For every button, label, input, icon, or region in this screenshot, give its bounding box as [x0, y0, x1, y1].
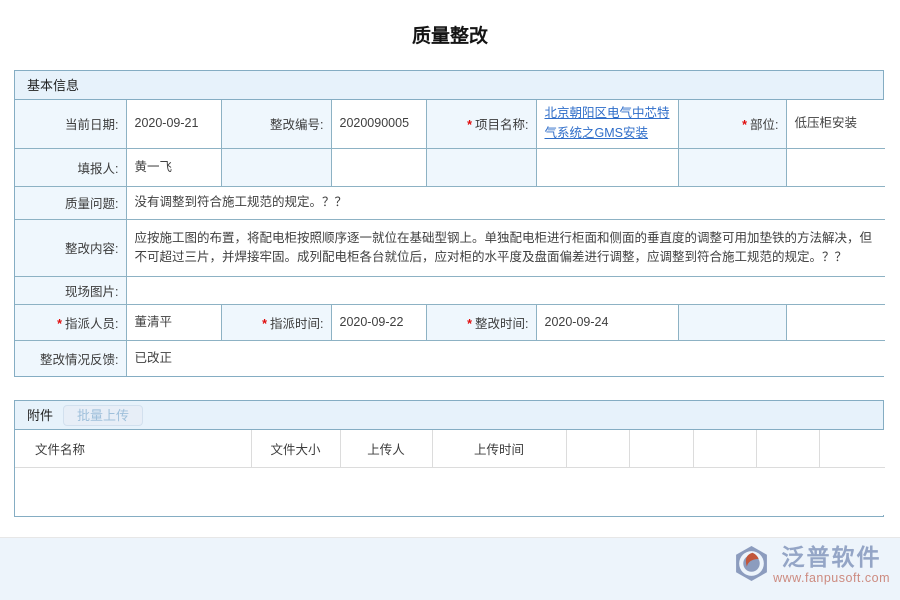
table-row: *指派人员: 董清平 *指派时间: 2020-09-22 *整改时间: 2020… [15, 304, 885, 340]
table-row: 整改情况反馈: 已改正 [15, 340, 885, 376]
site-photo-label: 现场图片: [15, 276, 126, 304]
rectify-content-value: 应按施工图的布置，将配电柜按照顺序逐一就位在基础型钢上。单独配电柜进行柜面和侧面… [126, 219, 885, 276]
assignee-value: 董清平 [126, 304, 221, 340]
table-row: 整改内容: 应按施工图的布置，将配电柜按照顺序逐一就位在基础型钢上。单独配电柜进… [15, 219, 885, 276]
assign-time-label: *指派时间: [221, 304, 331, 340]
brand-website: www.fanpusoft.com [773, 571, 890, 585]
fanpu-logo-icon [733, 545, 770, 585]
assignee-label: *指派人员: [15, 304, 126, 340]
fanpu-brand: 泛普软件 www.fanpusoft.com [733, 545, 890, 585]
feedback-value: 已改正 [126, 340, 885, 376]
required-asterisk: * [467, 118, 472, 132]
project-name-label: *项目名称: [426, 100, 536, 148]
attachments-empty-area [15, 467, 885, 515]
empty-column-header [819, 430, 885, 467]
attachments-panel: 附件 批量上传 文件名称 文件大小 上传人 上传时间 [14, 400, 884, 517]
table-row: 填报人: 黄一飞 [15, 148, 885, 186]
assign-time-value: 2020-09-22 [331, 304, 426, 340]
empty-cell [786, 148, 885, 186]
brand-name: 泛普软件 [782, 545, 882, 570]
table-row: 现场图片: [15, 276, 885, 304]
empty-cell [678, 304, 786, 340]
attachments-title: 附件 [27, 401, 53, 430]
empty-column-header [566, 430, 629, 467]
table-row: 当前日期: 2020-09-21 整改编号: 2020090005 *项目名称:… [15, 100, 885, 148]
rectify-content-label: 整改内容: [15, 219, 126, 276]
project-name-value: 北京朝阳区电气中芯特气系统之GMS安装 [536, 100, 678, 148]
feedback-label: 整改情况反馈: [15, 340, 126, 376]
column-header-uploadtime: 上传时间 [432, 430, 566, 467]
empty-column-header [693, 430, 756, 467]
attachments-table: 文件名称 文件大小 上传人 上传时间 [15, 430, 885, 515]
column-header-uploader: 上传人 [340, 430, 432, 467]
basic-info-table: 当前日期: 2020-09-21 整改编号: 2020090005 *项目名称:… [15, 100, 885, 376]
rectify-time-label: *整改时间: [426, 304, 536, 340]
rectify-no-label: 整改编号: [221, 100, 331, 148]
table-row: 质量问题: 没有调整到符合施工规范的规定。？？ [15, 186, 885, 219]
empty-cell [331, 148, 426, 186]
empty-cell [536, 148, 678, 186]
empty-cell [426, 148, 536, 186]
site-photo-value [126, 276, 885, 304]
quality-issue-value: 没有调整到符合施工规范的规定。？？ [126, 186, 885, 219]
empty-cell [678, 148, 786, 186]
page-title: 质量整改 [0, 21, 900, 48]
required-asterisk: * [742, 118, 747, 132]
page-footer: 泛普软件 www.fanpusoft.com [0, 537, 900, 600]
part-label: *部位: [678, 100, 786, 148]
quality-issue-label: 质量问题: [15, 186, 126, 219]
column-header-filename: 文件名称 [15, 430, 251, 467]
project-name-link[interactable]: 北京朝阳区电气中芯特气系统之GMS安装 [545, 106, 670, 139]
attachments-header-row: 文件名称 文件大小 上传人 上传时间 [15, 430, 885, 467]
part-value: 低压柜安装 [786, 100, 885, 148]
empty-cell [221, 148, 331, 186]
batch-upload-button[interactable]: 批量上传 [63, 405, 143, 426]
basic-info-panel: 基本信息 当前日期: 2020-09-21 整改编号: 2020090005 *… [14, 70, 884, 377]
required-asterisk: * [467, 317, 472, 331]
filler-value: 黄一飞 [126, 148, 221, 186]
required-asterisk: * [262, 317, 267, 331]
rectify-no-value: 2020090005 [331, 100, 426, 148]
empty-column-header [629, 430, 693, 467]
required-asterisk: * [57, 317, 62, 331]
empty-cell [786, 304, 885, 340]
attachments-section-header: 附件 批量上传 [15, 401, 883, 430]
current-date-value: 2020-09-21 [126, 100, 221, 148]
basic-info-section-header: 基本信息 [15, 71, 883, 100]
empty-column-header [756, 430, 819, 467]
column-header-filesize: 文件大小 [251, 430, 340, 467]
attachments-empty-row [15, 467, 885, 515]
current-date-label: 当前日期: [15, 100, 126, 148]
rectify-time-value: 2020-09-24 [536, 304, 678, 340]
filler-label: 填报人: [15, 148, 126, 186]
